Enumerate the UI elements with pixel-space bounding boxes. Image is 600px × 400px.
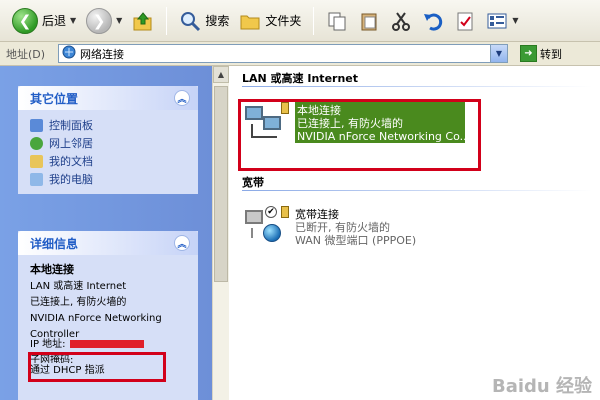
clipboard-icon bbox=[358, 10, 380, 32]
views-icon bbox=[486, 10, 508, 32]
paste-button[interactable] bbox=[354, 5, 384, 37]
collapse-chevron-icon[interactable]: ︽ bbox=[174, 235, 190, 251]
group-title-lan: LAN 或高速 Internet bbox=[242, 72, 359, 85]
group-divider bbox=[242, 86, 592, 87]
network-connections-icon bbox=[62, 45, 76, 62]
other-places-header[interactable]: 其它位置 ︽ bbox=[18, 86, 198, 110]
toolbar-separator bbox=[166, 6, 168, 35]
chevron-down-icon[interactable]: ▼ bbox=[490, 45, 507, 62]
forward-arrow-icon: ❯ bbox=[86, 7, 113, 34]
folders-button[interactable]: 文件夹 bbox=[235, 5, 305, 37]
search-icon bbox=[179, 10, 201, 32]
address-value: 网络连接 bbox=[80, 47, 124, 61]
address-label: 地址(D) bbox=[6, 47, 46, 61]
toolbar: ❮ 后退 ▼ ❯ ▼ 搜索 文件夹 ▼ bbox=[0, 0, 600, 42]
chevron-down-icon[interactable]: ▼ bbox=[116, 16, 122, 25]
panel-title: 详细信息 bbox=[30, 236, 79, 251]
ip-label: IP 地址: bbox=[30, 339, 66, 350]
group-title-broadband: 宽带 bbox=[242, 176, 264, 189]
back-label: 后退 bbox=[42, 14, 67, 28]
details-type: LAN 或高速 Internet bbox=[30, 281, 127, 292]
group-divider bbox=[242, 190, 592, 191]
search-button[interactable]: 搜索 bbox=[175, 5, 233, 37]
details-status: 已连接上, 有防火墙的 bbox=[30, 297, 127, 308]
scroll-thumb[interactable] bbox=[214, 86, 228, 282]
connection-broadband[interactable]: ✔ 宽带连接 已断开, 有防火墙的 WAN 微型端口 (PPPOE) bbox=[243, 206, 465, 247]
ip-annotation-box bbox=[28, 352, 166, 382]
toolbar-separator bbox=[313, 6, 315, 35]
link-network-places[interactable]: 网上邻居 bbox=[30, 134, 188, 152]
network-places-icon bbox=[30, 136, 43, 150]
connection-text: 宽带连接 已断开, 有防火墙的 WAN 微型端口 (PPPOE) bbox=[295, 206, 465, 247]
my-documents-icon bbox=[30, 154, 43, 168]
details-device: NVIDIA nForce Networking bbox=[30, 313, 162, 324]
back-arrow-icon: ❮ bbox=[12, 7, 38, 34]
undo-button[interactable] bbox=[418, 5, 448, 37]
panel-title: 其它位置 bbox=[30, 91, 79, 106]
address-field[interactable]: 网络连接 ▼ bbox=[58, 44, 508, 63]
task-pane-scrollbar[interactable]: ▲ bbox=[212, 66, 229, 400]
search-label: 搜索 bbox=[205, 14, 230, 28]
link-label: 我的文档 bbox=[49, 155, 93, 168]
copy-icon bbox=[326, 10, 348, 32]
up-folder-button[interactable] bbox=[128, 5, 158, 37]
cut-button[interactable] bbox=[386, 5, 416, 37]
go-label: 转到 bbox=[540, 47, 562, 61]
connections-view: LAN 或高速 Internet 本地连接 已连接上, 有防火墙的 NVIDIA… bbox=[229, 66, 600, 400]
go-arrow-icon: ➜ bbox=[520, 45, 537, 62]
collapse-chevron-icon[interactable]: ︽ bbox=[174, 90, 190, 106]
task-pane: 其它位置 ︽ 控制面板 网上邻居 我的文档 我的电脑 详细信息 ︽ 本地连接 L… bbox=[0, 66, 212, 400]
undo-icon bbox=[422, 10, 444, 32]
connection-status: 已断开, 有防火墙的 bbox=[295, 221, 390, 234]
chevron-down-icon[interactable]: ▼ bbox=[70, 16, 76, 25]
connection-name: 宽带连接 bbox=[295, 208, 339, 221]
details-header[interactable]: 详细信息 ︽ bbox=[18, 231, 198, 255]
properties-button[interactable] bbox=[450, 5, 480, 37]
chevron-down-icon[interactable]: ▼ bbox=[512, 16, 518, 25]
scroll-up-arrow-icon[interactable]: ▲ bbox=[213, 66, 229, 83]
scissors-icon bbox=[390, 10, 412, 32]
details-ip: IP 地址: bbox=[30, 337, 188, 353]
copy-to-button[interactable] bbox=[322, 5, 352, 37]
properties-check-icon bbox=[454, 10, 476, 32]
link-my-computer[interactable]: 我的电脑 bbox=[30, 170, 188, 188]
details-device-cont: Controller bbox=[30, 329, 80, 337]
baidu-watermark: Baidu 经验 bbox=[491, 376, 592, 397]
address-bar: 地址(D) 网络连接 ▼ ➜ 转到 bbox=[0, 42, 600, 66]
back-button[interactable]: ❮ 后退 ▼ bbox=[8, 5, 80, 37]
views-button[interactable]: ▼ bbox=[482, 5, 522, 37]
redacted-ip bbox=[69, 340, 144, 348]
link-label: 我的电脑 bbox=[49, 173, 93, 186]
control-panel-icon bbox=[30, 118, 43, 132]
forward-button[interactable]: ❯ ▼ bbox=[82, 5, 126, 37]
connection-annotation-box bbox=[238, 99, 481, 171]
link-control-panel[interactable]: 控制面板 bbox=[30, 116, 188, 134]
broadband-connection-icon: ✔ bbox=[243, 206, 289, 246]
my-computer-icon bbox=[30, 172, 43, 186]
up-folder-icon bbox=[132, 10, 154, 32]
link-label: 网上邻居 bbox=[49, 137, 93, 150]
other-places-panel: 其它位置 ︽ 控制面板 网上邻居 我的文档 我的电脑 bbox=[18, 86, 198, 194]
details-connection-name: 本地连接 bbox=[30, 263, 74, 276]
other-places-list: 控制面板 网上邻居 我的文档 我的电脑 bbox=[18, 110, 198, 194]
link-my-documents[interactable]: 我的文档 bbox=[30, 152, 188, 170]
connection-device: WAN 微型端口 (PPPOE) bbox=[295, 234, 417, 247]
folder-icon bbox=[239, 10, 261, 32]
folders-label: 文件夹 bbox=[265, 14, 302, 28]
go-button[interactable]: ➜ 转到 bbox=[520, 45, 562, 62]
link-label: 控制面板 bbox=[49, 119, 93, 132]
